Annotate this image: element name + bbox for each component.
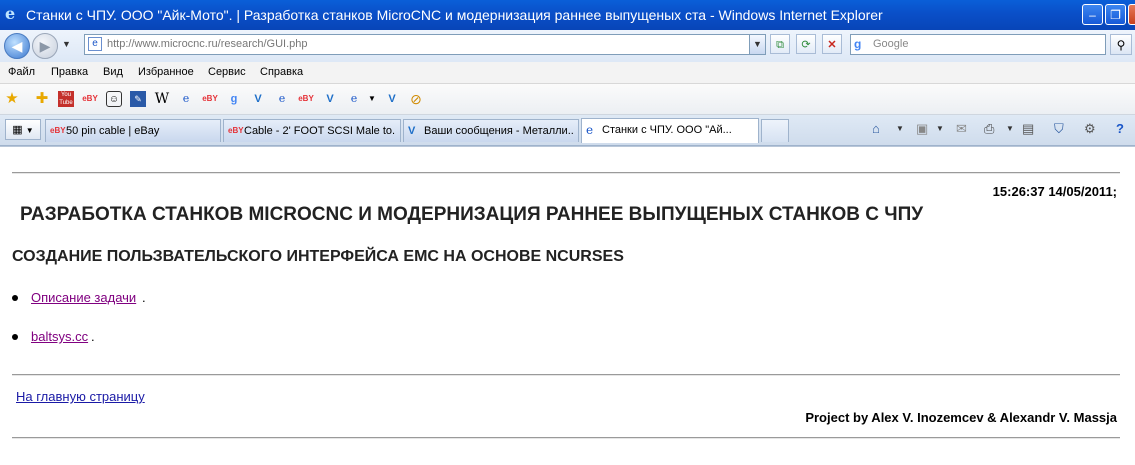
- compatibility-view-icon[interactable]: ⧉: [770, 34, 790, 54]
- google-icon: g: [854, 37, 862, 51]
- gear-icon[interactable]: ⚙: [1084, 120, 1096, 138]
- chevron-down-icon[interactable]: ▼: [364, 91, 380, 107]
- address-toolbar: ◀ ▶ ▼ e http://www.microcnc.ru/research/…: [0, 30, 1135, 62]
- search-button[interactable]: ⚲: [1110, 34, 1132, 55]
- ebay-icon[interactable]: eBY: [298, 91, 314, 107]
- divider: [12, 172, 1120, 174]
- compass-icon[interactable]: ⊘: [408, 91, 424, 107]
- magnifier-icon: ⚲: [1116, 38, 1126, 52]
- menu-view[interactable]: Вид: [103, 66, 123, 78]
- youtube-icon[interactable]: You Tube: [58, 91, 74, 107]
- ie-logo-icon: e: [5, 4, 16, 23]
- ie-page-icon[interactable]: e: [274, 91, 290, 107]
- page-datetime: 15:26:37 14/05/2011;: [992, 184, 1117, 199]
- link-suffix: .: [91, 329, 95, 344]
- safety-icon[interactable]: ⛉: [1054, 120, 1064, 138]
- ebay-icon[interactable]: eBY: [202, 91, 218, 107]
- minimize-button[interactable]: –: [1082, 4, 1103, 25]
- address-field[interactable]: e http://www.microcnc.ru/research/GUI.ph…: [84, 34, 766, 55]
- page-content: 15:26:37 14/05/2011; РАЗРАБОТКА СТАНКОВ …: [0, 146, 1135, 465]
- tab-label: 50 pin cable | eBay: [66, 125, 160, 137]
- face-icon[interactable]: ☺: [106, 91, 122, 107]
- add-favorites-icon[interactable]: ✚: [34, 91, 50, 107]
- menu-help[interactable]: Справка: [260, 66, 303, 78]
- home-icon[interactable]: ⌂: [872, 120, 880, 138]
- maximize-button[interactable]: ❐: [1105, 4, 1126, 25]
- new-tab-button[interactable]: [761, 119, 789, 142]
- page-menu-icon[interactable]: ▤: [1022, 120, 1034, 138]
- menu-favorites[interactable]: Избранное: [138, 66, 194, 78]
- tab-label: Cable - 2' FOOT SCSI Male to...: [244, 125, 396, 137]
- search-input[interactable]: g Google: [850, 34, 1106, 55]
- tab-ebay-50-pin[interactable]: eBY 50 pin cable | eBay: [45, 119, 221, 142]
- page-subtitle: СОЗДАНИЕ ПОЛЬЗВАТЕЛЬСКОГО ИНТЕРФЕЙСА EMC…: [12, 248, 624, 265]
- ebay-icon[interactable]: eBY: [82, 91, 98, 107]
- task-description-link[interactable]: Описание задачи: [31, 290, 136, 305]
- google-icon[interactable]: g: [226, 91, 242, 107]
- divider: [12, 437, 1120, 439]
- ie-page-icon[interactable]: e: [178, 91, 194, 107]
- tab-microcnc[interactable]: e Станки с ЧПУ. ООО "Ай...: [581, 118, 759, 143]
- refresh-icon[interactable]: ⟳: [796, 34, 816, 54]
- history-dropdown-icon[interactable]: ▼: [62, 39, 71, 49]
- chevron-down-icon[interactable]: ▼: [936, 120, 944, 138]
- quick-tabs-icon: ▦: [12, 124, 23, 136]
- url-text: http://www.microcnc.ru/research/GUI.php: [107, 38, 308, 50]
- bullet-icon: [12, 334, 18, 340]
- bullet-icon: [12, 295, 18, 301]
- stop-icon[interactable]: ✕: [822, 34, 842, 54]
- mail-icon[interactable]: ✉: [956, 120, 967, 138]
- tab-ebay-cable[interactable]: eBY Cable - 2' FOOT SCSI Male to...: [223, 119, 401, 142]
- baltsys-link[interactable]: baltsys.cc: [31, 329, 88, 344]
- links-toolbar: ★ ✚ You Tube eBY ☺ ✎ W e eBY g V e eBY V …: [0, 84, 1135, 115]
- forward-button[interactable]: ▶: [32, 33, 58, 59]
- favorites-star-icon[interactable]: ★: [4, 91, 20, 107]
- back-button[interactable]: ◀: [4, 33, 30, 59]
- ebay-icon: eBY: [50, 126, 66, 135]
- metal-v-icon[interactable]: V: [250, 91, 266, 107]
- divider: [12, 374, 1120, 376]
- window-titlebar: e Станки с ЧПУ. ООО "Айк-Мото". | Разраб…: [0, 0, 1135, 30]
- chevron-down-icon: ▼: [25, 126, 34, 135]
- menu-edit[interactable]: Правка: [51, 66, 88, 78]
- home-page-link[interactable]: На главную страницу: [16, 389, 145, 404]
- search-placeholder: Google: [873, 38, 909, 50]
- edit-icon[interactable]: ✎: [130, 91, 146, 107]
- tab-messages[interactable]: V Ваши сообщения - Металли...: [403, 119, 579, 142]
- quick-tabs-button[interactable]: ▦ ▼: [5, 119, 41, 140]
- chevron-down-icon[interactable]: ▼: [1006, 120, 1014, 138]
- menu-file[interactable]: Файл: [8, 66, 35, 78]
- tab-label: Ваши сообщения - Металли...: [424, 125, 574, 137]
- help-icon[interactable]: ?: [1116, 120, 1124, 138]
- close-button[interactable]: [1128, 4, 1135, 25]
- link-suffix: .: [142, 290, 146, 305]
- page-favicon-icon: e: [88, 37, 102, 51]
- menu-bar: Файл Правка Вид Избранное Сервис Справка: [0, 62, 1135, 84]
- author-credit: Project by Alex V. Inozemcev & Alexandr …: [805, 410, 1117, 425]
- tab-row: ▦ ▼ eBY 50 pin cable | eBay eBY Cable - …: [0, 115, 1135, 146]
- feeds-icon[interactable]: ▣: [916, 120, 928, 138]
- page-title: РАЗРАБОТКА СТАНКОВ MICROCNC И МОДЕРНИЗАЦ…: [20, 204, 924, 225]
- ie-page-icon: e: [586, 123, 594, 137]
- ie-page-icon[interactable]: e: [346, 91, 362, 107]
- metal-v-icon[interactable]: V: [322, 91, 338, 107]
- window-title: Станки с ЧПУ. ООО "Айк-Мото". | Разработ…: [26, 7, 883, 23]
- metal-v-icon: V: [408, 125, 416, 137]
- print-icon[interactable]: ⎙: [984, 120, 994, 138]
- metal-v-icon[interactable]: V: [384, 91, 400, 107]
- tab-label: Станки с ЧПУ. ООО "Ай...: [602, 124, 732, 136]
- wikipedia-icon[interactable]: W: [154, 91, 170, 107]
- ebay-icon: eBY: [228, 126, 244, 135]
- chevron-down-icon[interactable]: ▼: [896, 120, 904, 138]
- address-dropdown-icon[interactable]: ▼: [749, 35, 765, 54]
- menu-tools[interactable]: Сервис: [208, 66, 246, 78]
